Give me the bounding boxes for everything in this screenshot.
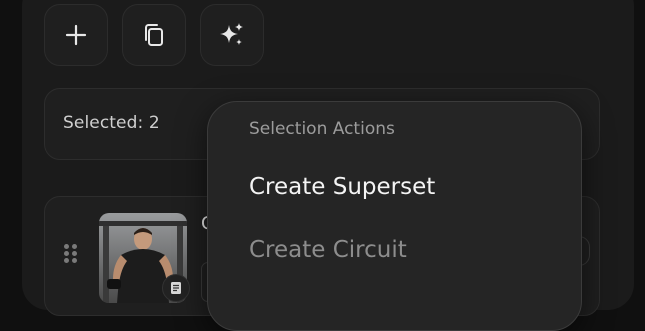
copy-icon — [145, 24, 163, 46]
create-circuit-option[interactable]: Create Circuit — [249, 237, 407, 263]
sparkles-icon — [220, 23, 243, 45]
create-superset-option[interactable]: Create Superset — [249, 174, 435, 200]
document-icon — [171, 282, 181, 294]
details-button[interactable] — [162, 274, 190, 302]
menu-header: Selection Actions — [249, 119, 395, 139]
drag-handle-icon[interactable] — [64, 244, 78, 264]
plus-icon — [65, 24, 87, 46]
ai-generate-button[interactable] — [200, 4, 264, 66]
selected-count: Selected: 2 — [63, 113, 160, 133]
add-button[interactable] — [44, 4, 108, 66]
duplicate-button[interactable] — [122, 4, 186, 66]
